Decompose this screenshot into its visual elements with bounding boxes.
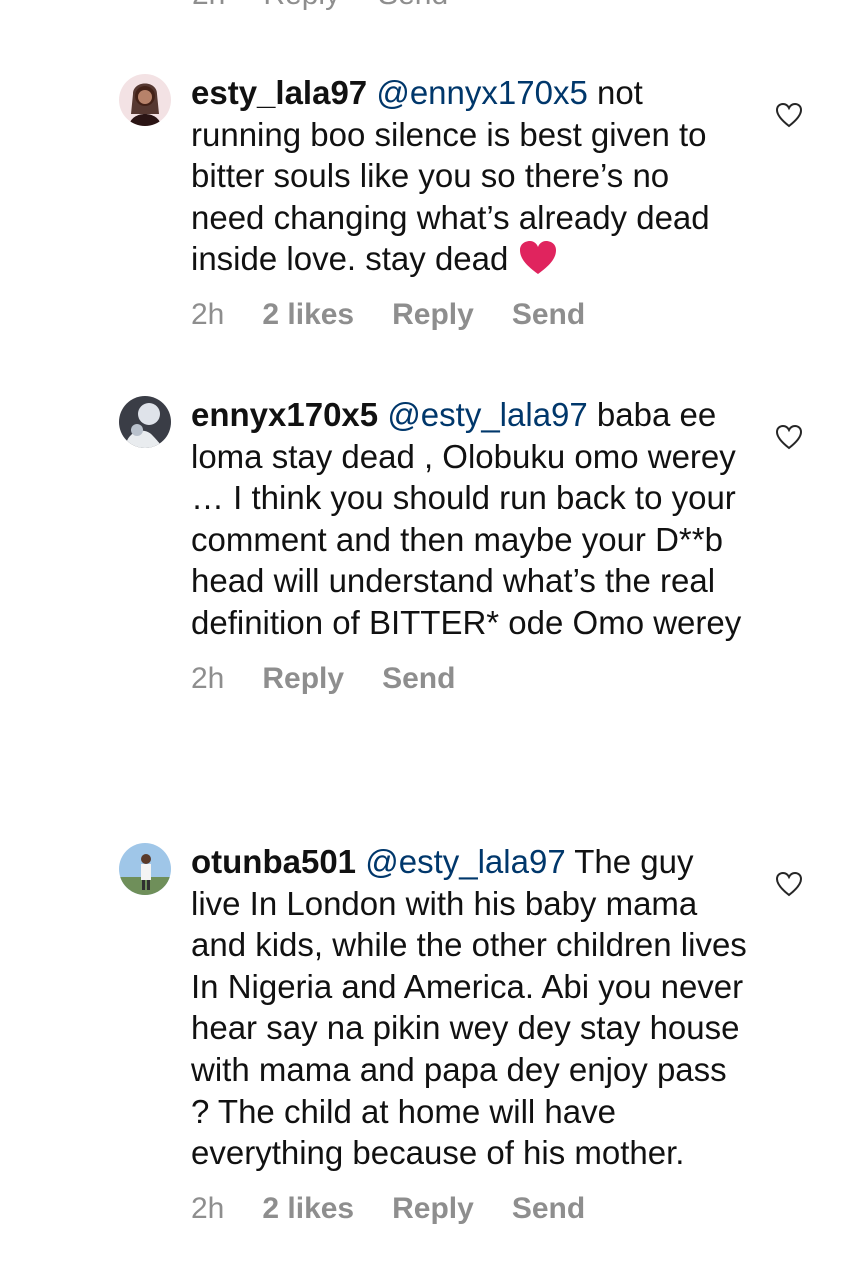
comment-mention[interactable]: @esty_lala97 [387,396,587,433]
comment-username[interactable]: ennyx170x5 [191,396,378,433]
send-button[interactable]: Send [512,1192,585,1226]
send-button[interactable]: Send [382,662,455,696]
previous-comment-reply-button[interactable]: Reply [263,0,340,12]
previous-comment-meta: 2h Reply Send [192,0,448,12]
heart-outline-icon[interactable] [775,871,803,897]
comment-likes[interactable]: 2 likes [262,298,354,332]
comment-meta: 2h Reply Send [191,662,751,696]
comment-time: 2h [191,297,225,331]
avatar[interactable] [119,74,171,126]
reply-button[interactable]: Reply [262,662,344,696]
comment-time: 2h [191,661,225,695]
reply-button[interactable]: Reply [392,298,474,332]
comment-username[interactable]: otunba501 [191,843,356,880]
comment-text: ennyx170x5 @esty_lala97 baba ee loma sta… [191,394,751,644]
comment-text: esty_lala97 @ennyx170x5 not running boo … [191,72,751,280]
reply-button[interactable]: Reply [392,1192,474,1226]
previous-comment-time: 2h [192,0,225,12]
comment-body: The guy live In London with his baby mam… [191,843,747,1172]
heart-outline-icon[interactable] [775,102,803,128]
comment-mention[interactable]: @ennyx170x5 [376,74,587,111]
previous-comment-send-button[interactable]: Send [378,0,448,12]
avatar[interactable] [119,843,171,895]
comment-likes[interactable]: 2 likes [262,1192,354,1226]
comment-time: 2h [191,1191,225,1225]
comment-username[interactable]: esty_lala97 [191,74,367,111]
comment-text: otunba501 @esty_lala97 The guy live In L… [191,841,751,1174]
avatar[interactable] [119,396,171,448]
comment-meta: 2h 2 likes Reply Send [191,1192,751,1226]
comment-meta: 2h 2 likes Reply Send [191,298,751,332]
red-heart-emoji [518,240,558,276]
heart-outline-icon[interactable] [775,424,803,450]
comment-mention[interactable]: @esty_lala97 [365,843,565,880]
send-button[interactable]: Send [512,298,585,332]
